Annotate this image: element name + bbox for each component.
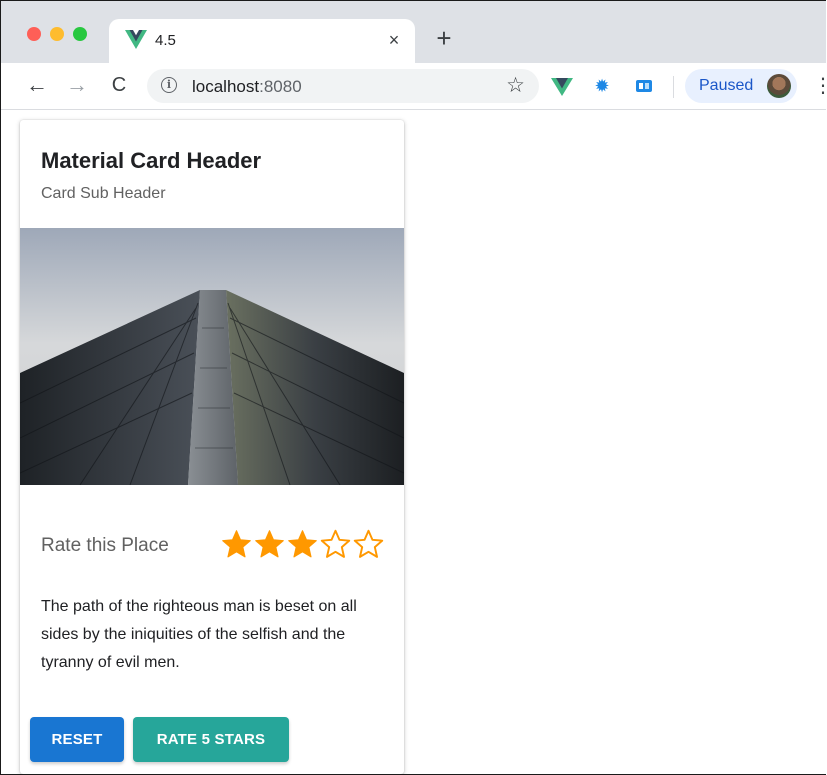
star-rating[interactable] (220, 528, 385, 564)
url-text[interactable]: localhost:8080 (192, 77, 302, 97)
close-window-button[interactable] (27, 27, 41, 41)
star-outline-icon[interactable] (319, 528, 352, 561)
rate-5-stars-button[interactable]: RATE 5 STARS (133, 717, 289, 762)
skyscraper-illustration (20, 228, 404, 485)
material-card: Material Card Header Card Sub Header Rat… (20, 120, 404, 774)
toolbar-divider (673, 76, 674, 98)
new-tab-button[interactable]: + (431, 25, 457, 53)
maximize-window-button[interactable] (73, 27, 87, 41)
url-port: :8080 (259, 77, 302, 96)
tab-close-icon[interactable]: × (383, 28, 405, 52)
site-info-icon[interactable]: i (161, 77, 177, 93)
browser-tab[interactable]: 4.5 × (109, 19, 415, 63)
back-arrow-icon[interactable]: ← (23, 71, 51, 99)
profile-button[interactable]: Paused (685, 69, 797, 103)
forward-arrow-icon[interactable]: → (63, 71, 91, 99)
browser-toolbar: ← → C i localhost:8080 ☆ ✹ Paused ⋮ (1, 63, 826, 110)
card-subtitle: Card Sub Header (41, 185, 166, 202)
reset-button[interactable]: RESET (30, 717, 124, 762)
tab-title: 4.5 (155, 32, 176, 49)
panel-extension-icon[interactable] (633, 75, 655, 97)
skyscraper-image (20, 228, 404, 485)
star-outline-icon[interactable] (352, 528, 385, 561)
browser-window: 4.5 × + ← → C i localhost:8080 ☆ ✹ Pause… (0, 0, 826, 775)
star-filled-icon[interactable] (220, 528, 253, 561)
card-body-text: The path of the righteous man is beset o… (41, 598, 357, 671)
star-filled-icon[interactable] (286, 528, 319, 561)
star-filled-icon[interactable] (253, 528, 286, 561)
rating-label: Rate this Place (41, 535, 169, 556)
address-bar[interactable]: i localhost:8080 ☆ (147, 69, 539, 103)
reload-icon[interactable]: C (105, 71, 133, 99)
vue-logo-icon (125, 30, 147, 49)
bookmark-star-icon[interactable]: ☆ (506, 73, 525, 98)
bug-extension-icon[interactable]: ✹ (591, 75, 613, 97)
url-host: localhost (192, 77, 260, 96)
avatar (767, 74, 791, 98)
vue-devtools-extension-icon[interactable] (551, 75, 573, 97)
menu-kebab-icon[interactable]: ⋮ (813, 75, 826, 97)
tab-strip: 4.5 × + (1, 1, 826, 63)
profile-status-label: Paused (699, 77, 754, 94)
minimize-window-button[interactable] (50, 27, 64, 41)
card-title: Material Card Header (41, 148, 262, 173)
